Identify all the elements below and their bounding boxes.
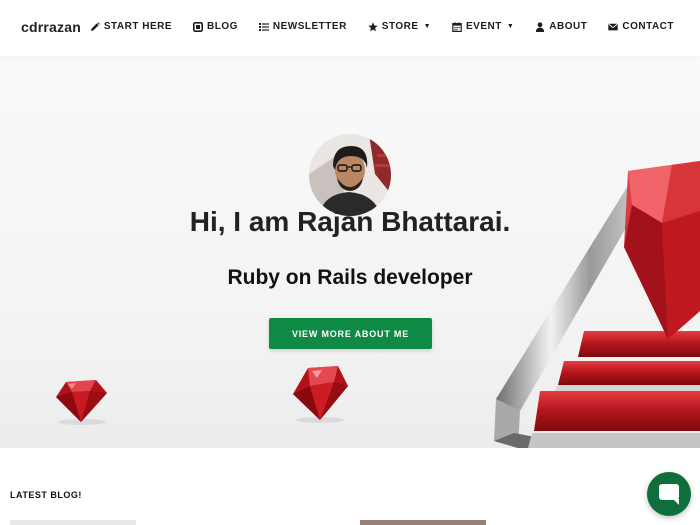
nav-blog-label: BLOG	[207, 21, 238, 32]
nav-newsletter-label: NEWSLETTER	[272, 21, 347, 32]
avatar	[309, 134, 391, 216]
nav-contact-label: CONTACT	[622, 21, 674, 32]
nav-about-label: ABOUT	[549, 21, 588, 32]
nav-store-label: STORE	[381, 21, 419, 32]
user-icon	[535, 21, 545, 32]
blog-icon	[193, 21, 204, 32]
chat-bubble-icon	[659, 484, 679, 505]
nav-start-here-label: START HERE	[103, 21, 173, 32]
nav-start-here[interactable]: START HERE	[90, 21, 172, 32]
nav-event[interactable]: EVENT ▼	[452, 21, 514, 32]
chevron-down-icon: ▼	[506, 23, 515, 30]
ruby-logo-icon	[494, 161, 700, 448]
calendar-icon	[452, 21, 462, 32]
ruby-gem-icon	[56, 380, 107, 425]
pencil-icon	[90, 21, 100, 32]
view-more-about-me-button[interactable]: VIEW MORE ABOUT ME	[269, 318, 432, 349]
nav-menu: START HERE BLOG NEWSLETTER STORE ▼ EVENT…	[90, 21, 674, 32]
list-icon	[258, 22, 269, 32]
nav-newsletter[interactable]: NEWSLETTER	[258, 21, 347, 32]
chat-button[interactable]	[647, 472, 691, 516]
nav-event-label: EVENT	[466, 21, 502, 32]
hero-section: Hi, I am Rajan Bhattarai. Ruby on Rails …	[0, 56, 700, 448]
nav-contact[interactable]: CONTACT	[608, 21, 674, 32]
top-navbar: cdrrazan START HERE BLOG NEWSLETTER STOR…	[0, 0, 700, 56]
blog-card-thumbnail[interactable]	[10, 520, 136, 525]
nav-blog[interactable]: BLOG	[193, 21, 238, 32]
latest-blog-heading: LATEST BLOG!	[10, 490, 82, 500]
brand-logo[interactable]: cdrrazan	[21, 19, 81, 35]
hero-title: Hi, I am Rajan Bhattarai.	[189, 206, 511, 237]
nav-store[interactable]: STORE ▼	[368, 21, 431, 32]
ruby-gem-icon	[293, 366, 348, 423]
envelope-icon	[608, 22, 619, 32]
hero-subtitle: Ruby on Rails developer	[227, 266, 473, 289]
blog-card-thumbnail[interactable]	[360, 520, 486, 525]
nav-about[interactable]: ABOUT	[535, 21, 587, 32]
chevron-down-icon: ▼	[423, 23, 432, 30]
star-icon	[368, 21, 378, 32]
